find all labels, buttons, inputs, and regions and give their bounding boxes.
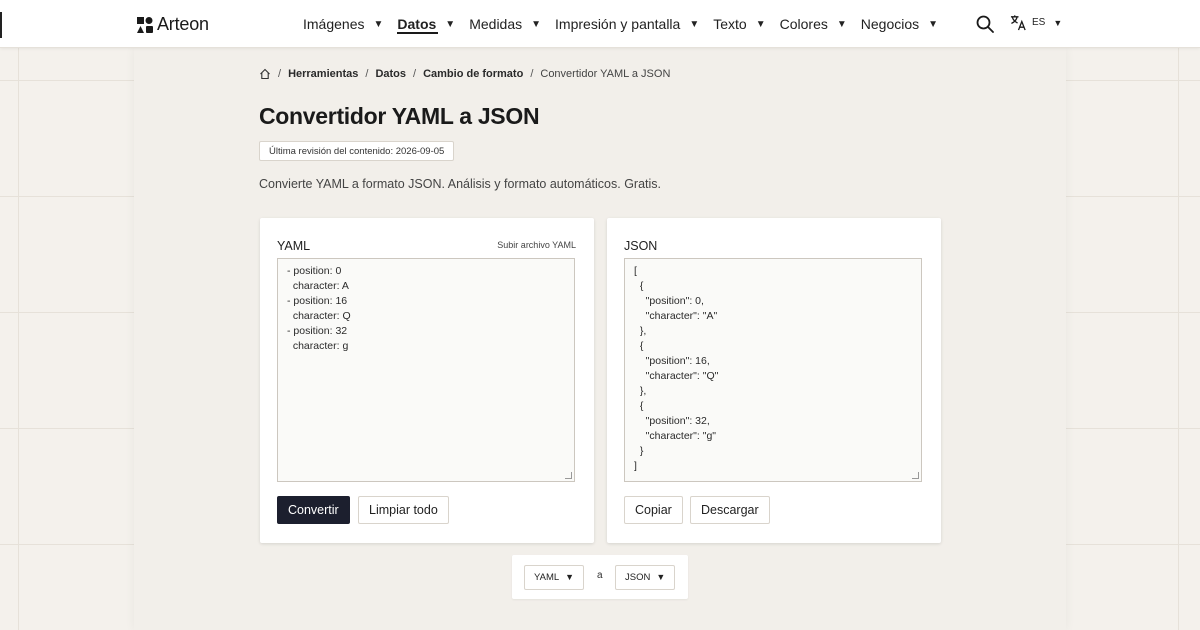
yaml-input-card: YAML Subir archivo YAML - position: 0 ch…: [260, 218, 594, 543]
breadcrumb-separator: /: [278, 68, 282, 80]
window-edge-divider: [0, 12, 2, 38]
caret-down-icon: ▼: [836, 18, 847, 30]
caret-down-icon: ▼: [531, 18, 542, 30]
caret-down-icon: ▼: [1053, 17, 1063, 28]
convert-button[interactable]: Convertir: [277, 496, 350, 524]
nav-item-label: Datos: [397, 16, 437, 32]
nav-item-label: Imágenes: [303, 16, 365, 32]
download-button[interactable]: Descargar: [690, 496, 770, 524]
caret-down-icon: ▼: [689, 18, 700, 30]
nav-item-imagenes[interactable]: Imágenes ▼: [303, 0, 383, 48]
page-subtitle: Convierte YAML a formato JSON. Análisis …: [259, 177, 662, 191]
language-selector[interactable]: ES ▼: [1010, 14, 1062, 31]
caret-down-icon: ▼: [565, 572, 575, 582]
breadcrumb-link-herramientas[interactable]: Herramientas: [288, 68, 358, 80]
caret-down-icon: ▼: [755, 18, 766, 30]
nav-item-impresion-y-pantalla[interactable]: Impresión y pantalla ▼: [555, 0, 699, 48]
nav-item-negocios[interactable]: Negocios ▼: [861, 0, 938, 48]
upload-yaml-link[interactable]: Subir archivo YAML: [497, 240, 576, 250]
breadcrumb-current: Convertidor YAML a JSON: [540, 68, 671, 80]
nav-item-label: Colores: [779, 16, 828, 32]
page-title: Convertidor YAML a JSON: [259, 103, 540, 129]
source-format-value: YAML: [534, 572, 560, 583]
clear-all-button[interactable]: Limpiar todo: [358, 496, 449, 524]
caret-down-icon: ▼: [373, 18, 384, 30]
nav-item-datos[interactable]: Datos ▼: [397, 0, 455, 48]
language-code: ES: [1032, 17, 1046, 28]
breadcrumb: / Herramientas / Datos / Cambio de forma…: [259, 68, 670, 80]
copy-button[interactable]: Copiar: [624, 496, 683, 524]
caret-down-icon: ▼: [928, 18, 939, 30]
nav-item-label: Impresión y pantalla: [555, 16, 681, 32]
nav-item-medidas[interactable]: Medidas ▼: [469, 0, 541, 48]
format-selector-bar: YAML ▼ a JSON ▼: [512, 555, 688, 599]
breadcrumb-link-cambio-de-formato[interactable]: Cambio de formato: [423, 68, 523, 80]
breadcrumb-link-datos[interactable]: Datos: [375, 68, 406, 80]
json-output-textarea[interactable]: [ { "position": 0, "character": "A" }, {…: [624, 258, 922, 482]
target-format-value: JSON: [625, 572, 651, 583]
format-to-word: a: [597, 570, 603, 581]
source-format-select[interactable]: YAML ▼: [524, 565, 585, 590]
json-label: JSON: [624, 239, 658, 253]
nav-item-label: Medidas: [469, 16, 523, 32]
arteon-logo-icon: [137, 16, 153, 33]
yaml-label: YAML: [277, 239, 311, 253]
caret-down-icon: ▼: [656, 572, 666, 582]
brand-logo[interactable]: Arteon: [137, 14, 209, 35]
home-icon[interactable]: [259, 68, 271, 80]
search-icon[interactable]: [976, 15, 994, 33]
top-navigation-bar: Arteon Imágenes ▼ Datos ▼ Medidas ▼ Impr…: [0, 0, 1200, 48]
breadcrumb-separator: /: [365, 68, 369, 80]
caret-down-icon: ▼: [445, 18, 456, 30]
yaml-input-textarea[interactable]: - position: 0 character: A - position: 1…: [277, 258, 575, 482]
nav-item-label: Texto: [713, 16, 747, 32]
nav-item-label: Negocios: [860, 16, 920, 32]
main-nav: Imágenes ▼ Datos ▼ Medidas ▼ Impresión y…: [303, 0, 952, 48]
brand-name: Arteon: [157, 14, 209, 34]
nav-item-colores[interactable]: Colores ▼: [780, 0, 847, 48]
target-format-select[interactable]: JSON ▼: [615, 565, 676, 590]
revision-badge: Última revisión del contenido: 2026-09-0…: [259, 141, 455, 161]
nav-item-texto[interactable]: Texto ▼: [713, 0, 765, 48]
json-output-card: JSON [ { "position": 0, "character": "A"…: [607, 218, 941, 543]
breadcrumb-separator: /: [413, 68, 417, 80]
translate-icon: [1010, 15, 1026, 31]
breadcrumb-separator: /: [530, 68, 534, 80]
